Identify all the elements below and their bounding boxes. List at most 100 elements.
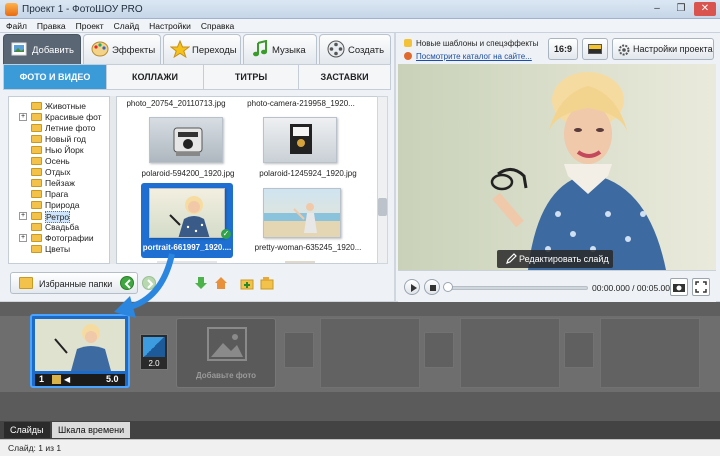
tree-item-selected[interactable]: + Ретро xyxy=(9,211,109,223)
expand-icon[interactable]: + xyxy=(19,212,27,220)
tab-transitions[interactable]: Переходы xyxy=(163,34,241,64)
add-folder-icon[interactable] xyxy=(240,276,254,290)
tab-add[interactable]: Добавить xyxy=(3,34,81,64)
file-caption[interactable]: photo_20754_20110713.jpg xyxy=(121,99,231,108)
tree-item[interactable]: Цветы xyxy=(9,244,109,255)
tree-item[interactable]: Летние фото xyxy=(9,123,109,134)
tab-timeline[interactable]: Шкала времени xyxy=(52,422,131,438)
empty-transition xyxy=(284,332,314,368)
status-bar: Слайд: 1 из 1 xyxy=(0,439,720,456)
folder-icon xyxy=(31,190,42,198)
transition-icon xyxy=(143,337,165,357)
folder-icon xyxy=(31,168,42,176)
menu-edit[interactable]: Правка xyxy=(31,19,70,31)
file-grid[interactable]: photo_20754_20110713.jpg photo-camera-21… xyxy=(116,96,378,264)
file-item[interactable]: polaroid-1245924_1920.jpg xyxy=(253,113,363,193)
tab-music[interactable]: Музыка xyxy=(243,34,317,64)
maximize-button[interactable]: ❐ xyxy=(670,2,692,16)
tab-slides[interactable]: Слайды xyxy=(4,422,50,438)
file-thumbnail-partial xyxy=(285,261,315,263)
file-thumbnail xyxy=(263,188,341,238)
tree-item[interactable]: Природа xyxy=(9,200,109,211)
folder-icon xyxy=(31,212,42,220)
minimize-button[interactable]: – xyxy=(646,2,668,16)
subtab-intros[interactable]: ЗАСТАВКИ xyxy=(299,65,390,89)
folder-open-icon[interactable] xyxy=(260,276,274,290)
grid-scrollbar-thumb[interactable] xyxy=(378,198,387,216)
fullscreen-icon[interactable] xyxy=(692,278,710,296)
arrow-down-icon[interactable] xyxy=(194,276,208,290)
tree-item[interactable]: Отдых xyxy=(9,167,109,178)
main-tabs: Добавить Эффекты Переходы Музыка Создать xyxy=(3,34,391,64)
folder-icon xyxy=(31,201,42,209)
status-text: Слайд: 1 из 1 xyxy=(8,443,62,453)
close-button[interactable]: ✕ xyxy=(694,2,716,16)
file-thumbnail xyxy=(149,188,225,238)
pencil-icon[interactable] xyxy=(52,375,61,384)
menu-project[interactable]: Проект xyxy=(70,19,108,31)
play-button[interactable] xyxy=(404,279,420,295)
file-caption[interactable]: photo-camera-219958_1920... xyxy=(241,99,361,108)
title-bar: Проект 1 - ФотоШОУ PRO – ❐ ✕ xyxy=(0,0,720,19)
file-thumbnail xyxy=(263,117,337,163)
folder-icon xyxy=(31,135,42,143)
empty-slide xyxy=(460,318,560,388)
tree-item[interactable]: + Фотографии xyxy=(9,233,109,244)
folder-icon xyxy=(31,223,42,231)
folder-icon xyxy=(19,277,33,289)
transition-card[interactable]: 2.0 xyxy=(140,334,168,370)
snapshot-icon[interactable] xyxy=(670,278,688,296)
menu-help[interactable]: Справка xyxy=(195,19,238,31)
playback-handle[interactable] xyxy=(443,282,453,292)
slide-duration: 5.0 xyxy=(106,374,119,384)
menu-file[interactable]: Файл xyxy=(0,19,31,31)
checkmark-icon: ✓ xyxy=(221,229,231,239)
tab-create[interactable]: Создать xyxy=(319,34,391,64)
folder-icon xyxy=(31,245,42,253)
empty-slide xyxy=(320,318,420,388)
globe-icon xyxy=(404,52,412,60)
file-item[interactable]: polaroid-594200_1920.jpg xyxy=(133,113,243,193)
tree-item[interactable]: Осень xyxy=(9,156,109,167)
edit-slide-button[interactable]: Редактировать слайд xyxy=(497,250,613,268)
subtab-titles[interactable]: ТИТРЫ xyxy=(204,65,299,89)
folder-tree[interactable]: Животные + Красивые фот Летние фото Новый… xyxy=(8,96,110,264)
music-note-icon xyxy=(250,39,270,58)
drag-arrow-icon xyxy=(114,253,175,318)
tab-effects[interactable]: Эффекты xyxy=(83,34,161,64)
speaker-icon[interactable]: ◀ xyxy=(64,375,73,384)
tree-item[interactable]: Прага xyxy=(9,189,109,200)
star-icon xyxy=(169,39,191,59)
menu-settings[interactable]: Настройки xyxy=(143,19,195,31)
home-icon[interactable] xyxy=(214,276,228,290)
playback-slider[interactable] xyxy=(448,286,588,290)
slide-preview[interactable] xyxy=(398,64,716,270)
subtab-collages[interactable]: КОЛЛАЖИ xyxy=(107,65,204,89)
tree-item[interactable]: Нью Йорк xyxy=(9,145,109,156)
expand-icon[interactable]: + xyxy=(19,113,27,121)
background-button[interactable] xyxy=(582,38,608,60)
catalog-link[interactable]: Посмотрите каталог на сайте... xyxy=(416,52,532,61)
tree-item[interactable]: Новый год xyxy=(9,134,109,145)
folder-icon xyxy=(31,102,42,110)
menu-slide[interactable]: Слайд xyxy=(108,19,144,31)
photos-icon xyxy=(10,40,30,58)
expand-icon[interactable]: + xyxy=(19,234,27,242)
tree-item[interactable]: Свадьба xyxy=(9,222,109,233)
content-subtabs: ФОТО И ВИДЕО КОЛЛАЖИ ТИТРЫ ЗАСТАВКИ xyxy=(3,64,391,90)
grid-scrollbar[interactable] xyxy=(377,96,388,264)
stop-button[interactable] xyxy=(424,279,440,295)
palette-icon xyxy=(90,40,110,58)
aspect-ratio-button[interactable]: 16:9 xyxy=(548,38,578,60)
folder-icon xyxy=(31,124,42,132)
film-reel-icon xyxy=(326,40,346,58)
tree-item[interactable]: + Красивые фот xyxy=(9,112,109,123)
subtab-photo-video[interactable]: ФОТО И ВИДЕО xyxy=(4,65,107,89)
tree-item[interactable]: Пейзаж xyxy=(9,178,109,189)
file-item[interactable]: pretty-woman-635245_1920... xyxy=(253,183,363,263)
add-photo-placeholder[interactable]: Добавьте фото xyxy=(176,318,276,388)
project-settings-button[interactable]: Настройки проекта xyxy=(612,38,714,60)
folder-icon xyxy=(31,234,42,242)
tree-item[interactable]: Животные xyxy=(9,101,109,112)
app-icon xyxy=(5,3,18,16)
